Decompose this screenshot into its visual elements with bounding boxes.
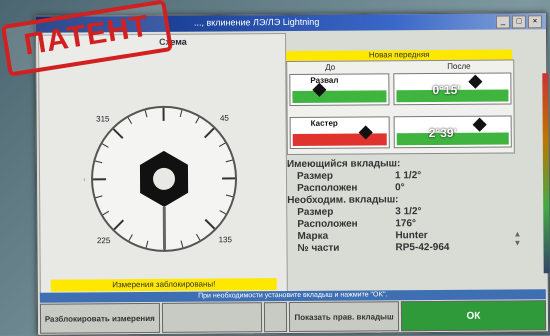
before-label: До	[325, 63, 335, 72]
ok-button[interactable]: ОК	[401, 300, 546, 331]
alignment-window: ..., вклинение ЛЭ/ЛЭ Lightning _ □ × Схе…	[35, 12, 549, 336]
window-controls: _ □ ×	[496, 15, 542, 28]
caster-before-band	[293, 133, 387, 146]
close-button[interactable]: ×	[528, 15, 542, 28]
scroll-handle[interactable]	[263, 302, 287, 332]
empty-softkey-button[interactable]	[161, 302, 261, 333]
camber-before-band	[292, 90, 386, 103]
shim-dial-panel: Схема 04590135180225270315 Измерения заб…	[38, 33, 288, 295]
camber-label: Развал	[310, 76, 338, 85]
caster-after-value: 2°39'	[429, 126, 457, 140]
shim-info: Имеющийся вкладыш: Размер1 1/2° Располож…	[287, 157, 518, 255]
caster-label: Кастер	[311, 119, 338, 128]
dial-label: 135	[219, 235, 233, 244]
nut-hole	[153, 168, 175, 190]
after-label: После	[447, 62, 470, 71]
maximize-button[interactable]: □	[512, 15, 526, 28]
dial-label: 315	[96, 114, 110, 123]
caster-after-gauge: 2°39'	[394, 115, 512, 148]
required-part-row: № частиRP5-42-964	[287, 241, 517, 255]
dial-label: 270	[83, 175, 85, 184]
caster-after-marker	[473, 118, 487, 132]
dial-label: 225	[97, 236, 111, 245]
shim-position-dial: 04590135180225270315	[83, 98, 244, 259]
button-bar: Разблокировать измерения Показать прав. …	[40, 300, 546, 334]
measurements-locked-banner: Измерения заблокированы!	[51, 278, 277, 292]
camber-after-marker	[468, 75, 482, 89]
camber-after-value: 0°15'	[432, 83, 460, 97]
show-shim-button[interactable]: Показать прав. вкладыш	[289, 301, 399, 332]
camber-after-gauge: 0°15'	[393, 72, 511, 105]
adjustment-panel: Новая передняя До После Развал 0°15' Кас…	[286, 31, 544, 291]
minimize-button[interactable]: _	[496, 15, 510, 28]
dial-label: 45	[220, 114, 230, 123]
unlock-measurements-button[interactable]: Разблокировать измерения	[40, 303, 160, 334]
window-title: ..., вклинение ЛЭ/ЛЭ Lightning	[194, 17, 319, 28]
camber-before-gauge: Развал	[289, 73, 389, 106]
caster-before-gauge: Кастер	[290, 116, 390, 149]
screenshot-stage: ..., вклинение ЛЭ/ЛЭ Lightning _ □ × Схе…	[0, 0, 550, 335]
shim-spinner[interactable]: ▲▼	[513, 229, 529, 259]
side-toolbar-strip	[542, 73, 549, 273]
gauges-area: До После Развал 0°15' Кастер	[286, 59, 515, 155]
